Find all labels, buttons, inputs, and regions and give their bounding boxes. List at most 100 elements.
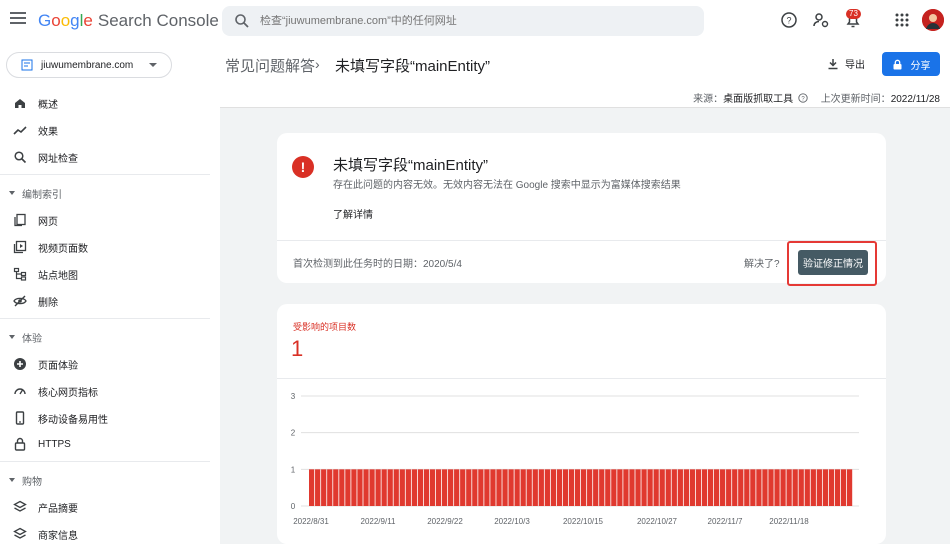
chart-bar[interactable] [768,469,774,506]
chart-bar[interactable] [544,469,550,506]
validate-fix-button[interactable]: 验证修正情况 [798,250,868,275]
chart-bar[interactable] [659,469,665,506]
chart-bar[interactable] [611,469,617,506]
chart-bar[interactable] [581,469,587,506]
chart-bar[interactable] [647,469,653,506]
chart-bar[interactable] [399,469,405,506]
learn-more-link[interactable]: 了解详情 [333,206,373,221]
chart-bar[interactable] [828,469,835,506]
app-logo[interactable]: Google Search Console [38,11,219,31]
sidebar-item-product-snippets[interactable]: 产品摘要 [0,496,210,518]
sidebar-section-shopping[interactable]: 购物 [0,470,210,490]
chart-bar[interactable] [689,469,696,506]
chart-bar[interactable] [780,469,786,506]
chart-bar[interactable] [665,469,671,506]
sidebar-item-url-inspection[interactable]: 网址检查 [0,146,210,168]
chart-bar[interactable] [629,469,635,506]
chart-bar[interactable] [369,469,375,506]
chart-bar[interactable] [587,469,593,506]
chart-bar[interactable] [617,469,623,506]
chart-bar[interactable] [641,469,647,506]
chart-bar[interactable] [411,469,417,506]
chart-bar[interactable] [532,469,538,506]
chart-bar[interactable] [834,469,841,506]
chart-bar[interactable] [496,469,502,506]
help-icon[interactable]: ? [798,93,808,103]
chart-bar[interactable] [623,469,629,506]
chart-bar[interactable] [562,469,569,506]
chart-bar[interactable] [454,469,460,506]
chart-bar[interactable] [774,469,780,506]
chart-bar[interactable] [435,469,442,506]
menu-icon[interactable] [10,12,26,28]
sidebar-item-performance[interactable]: 效果 [0,119,210,141]
chart-bar[interactable] [695,469,702,506]
chart-bar[interactable] [804,469,810,506]
chart-bar[interactable] [448,469,454,506]
chart-bar[interactable] [798,469,804,506]
chart-bar[interactable] [405,469,411,506]
url-inspect-search[interactable] [222,6,704,36]
chart-bar[interactable] [762,469,768,506]
sidebar-item-removals[interactable]: 删除 [0,290,210,312]
chart-bar[interactable] [671,469,677,506]
chart-bar[interactable] [810,469,816,506]
chart-bar[interactable] [726,469,732,506]
chart-bar[interactable] [599,469,605,506]
chart-bar[interactable] [387,469,393,506]
avatar[interactable] [922,9,944,31]
chart-bar[interactable] [707,469,714,506]
property-selector[interactable]: jiuwumembrane.com [6,52,172,78]
chart-bar[interactable] [701,469,708,506]
chart-bar[interactable] [593,469,599,506]
sidebar-item-merchant-listings[interactable]: 商家信息 [0,523,210,544]
chart-bar[interactable] [514,469,520,506]
chart-bar[interactable] [363,469,369,506]
chart-bar[interactable] [429,469,436,506]
help-icon[interactable]: ? [780,11,798,29]
sidebar-item-pages[interactable]: 网页 [0,209,210,231]
chart-bar[interactable] [484,469,490,506]
chart-bar[interactable] [375,469,381,506]
chart-bar[interactable] [550,469,557,506]
chart-bar[interactable] [750,469,756,506]
chart-bar[interactable] [822,469,829,506]
chart-bar[interactable] [653,469,659,506]
chart-bar[interactable] [840,469,847,506]
chart-bar[interactable] [327,469,333,506]
sidebar-item-overview[interactable]: 概述 [0,92,210,114]
chart-bar[interactable] [333,469,339,506]
chart-bar[interactable] [381,469,387,506]
chart-bar[interactable] [732,469,738,506]
chart-bar[interactable] [460,469,466,506]
chart-bar[interactable] [472,469,478,506]
chart-bar[interactable] [502,469,508,506]
sidebar-item-sitemaps[interactable]: 站点地图 [0,263,210,285]
chart-bar[interactable] [526,469,532,506]
chart-bar[interactable] [713,469,720,506]
chart-bar[interactable] [816,469,822,506]
chart-bar[interactable] [315,469,321,506]
chart-bar[interactable] [351,469,357,506]
chart-bar[interactable] [792,469,798,506]
apps-icon[interactable] [893,11,911,29]
manage-users-icon[interactable] [812,11,830,29]
chart-bar[interactable] [538,469,544,506]
chart-bar[interactable] [345,469,351,506]
chart-bar[interactable] [441,469,448,506]
chart-bar[interactable] [321,469,327,506]
sidebar-item-https[interactable]: HTTPS [0,433,210,455]
chart-bar[interactable] [556,469,563,506]
chart-bar[interactable] [357,469,363,506]
chart-bar[interactable] [635,469,641,506]
sidebar-item-core-web-vitals[interactable]: 核心网页指标 [0,380,210,402]
sidebar-item-mobile-usability[interactable]: 移动设备易用性 [0,407,210,429]
chart-bar[interactable] [490,469,496,506]
chart-bar[interactable] [508,469,514,506]
chart-bar[interactable] [683,469,689,506]
export-button[interactable]: 导出 [827,56,865,71]
chart-bar[interactable] [574,469,581,506]
chart-bar[interactable] [786,469,792,506]
chart-bar[interactable] [605,469,611,506]
chart-bar[interactable] [478,469,484,506]
